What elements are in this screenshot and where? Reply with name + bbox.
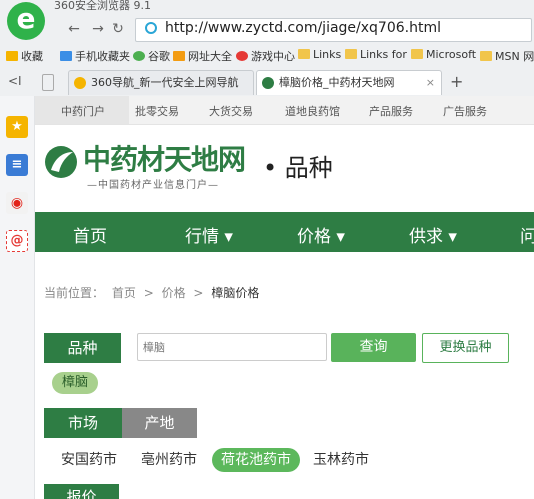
bookmark-item[interactable]: Links for <box>345 48 407 61</box>
tab-camphor-price[interactable]: 樟脑价格_中药材天地网 × <box>256 70 442 95</box>
web-page: 中药门户 批零交易 大货交易 道地良药馆 产品服务 广告服务 中药材天地网 —中… <box>35 96 534 499</box>
mail-icon[interactable]: @ <box>6 230 28 252</box>
tab-favicon-icon <box>74 77 86 89</box>
site-security-icon <box>145 22 157 34</box>
top-nav-item[interactable]: 大货交易 <box>209 103 253 119</box>
breadcrumb-sep: > <box>193 286 204 300</box>
variety-search-input[interactable] <box>137 333 327 361</box>
breadcrumb: 当前位置： 首页 > 价格 > 樟脑价格 <box>44 284 263 301</box>
tab-favicon-icon <box>262 77 274 89</box>
page-title: • 品种 <box>263 154 333 182</box>
main-nav-more[interactable]: 问 <box>520 222 534 247</box>
tab-market[interactable]: 市场 <box>44 408 122 438</box>
change-variety-button[interactable]: 更换品种 <box>422 333 509 363</box>
reader-icon[interactable]: ≡ <box>6 154 28 176</box>
main-nav-market[interactable]: 行情 ▾ <box>185 222 233 247</box>
bookmark-item[interactable]: 网址大全 <box>173 48 232 64</box>
market-item-active[interactable]: 荷花池药市 <box>212 448 300 472</box>
bookmarks-bar: 收藏 手机收藏夹 谷歌 网址大全 游戏中心 Links Links for Mi… <box>0 45 534 67</box>
breadcrumb-price[interactable]: 价格 <box>162 286 186 300</box>
price-label: 报价 <box>44 484 119 499</box>
breadcrumb-home[interactable]: 首页 <box>112 286 136 300</box>
bookmark-item[interactable]: 游戏中心 <box>236 48 295 64</box>
main-nav-price[interactable]: 价格 ▾ <box>297 222 345 247</box>
sidebar-toggle-icon[interactable]: <I <box>8 74 22 88</box>
browser-sidebar: ★ ≡ ◉ @ <box>0 96 35 499</box>
refresh-icon[interactable]: ↻ <box>108 19 128 39</box>
market-item[interactable]: 亳州药市 <box>141 448 197 472</box>
browser-title: 360安全浏览器 9.1 <box>54 0 151 12</box>
bookmark-item[interactable]: 谷歌 <box>133 48 170 64</box>
top-nav-item[interactable]: 中药门户 <box>61 103 105 119</box>
top-nav-item[interactable]: 批零交易 <box>135 103 179 119</box>
main-nav: 首页 行情 ▾ 价格 ▾ 供求 ▾ 问 <box>35 212 534 252</box>
top-nav-item[interactable]: 产品服务 <box>369 103 413 119</box>
close-tab-icon[interactable]: × <box>426 71 435 95</box>
browser-logo-icon <box>7 2 45 40</box>
site-logo-icon <box>45 146 77 178</box>
breadcrumb-label: 当前位置： <box>44 286 105 300</box>
new-tab-button[interactable]: + <box>450 72 463 91</box>
selected-variety-tag[interactable]: 樟脑 <box>52 372 99 394</box>
market-item[interactable]: 安国药市 <box>61 448 117 472</box>
site-top-nav: 中药门户 批零交易 大货交易 道地良药馆 产品服务 广告服务 <box>35 96 534 125</box>
tab-bar: <I 360导航_新一代安全上网导航 樟脑价格_中药材天地网 × + <box>0 70 534 96</box>
site-logo-text[interactable]: 中药材天地网 <box>83 138 246 178</box>
favorites-star-icon[interactable]: ★ <box>6 116 28 138</box>
bookmark-item[interactable]: 收藏 <box>6 48 43 64</box>
tab-360-nav[interactable]: 360导航_新一代安全上网导航 <box>68 70 254 95</box>
bookmark-item[interactable]: MSN 网 <box>480 48 534 64</box>
forward-icon[interactable]: → <box>88 19 108 39</box>
weibo-icon[interactable]: ◉ <box>6 192 28 214</box>
device-icon[interactable] <box>42 74 54 91</box>
bookmark-item[interactable]: Microsoft <box>411 48 476 61</box>
back-icon[interactable]: ← <box>64 19 84 39</box>
query-button[interactable]: 查询 <box>331 333 416 362</box>
tab-origin[interactable]: 产地 <box>122 408 197 438</box>
breadcrumb-sep: > <box>143 286 154 300</box>
market-item[interactable]: 玉林药市 <box>313 448 369 472</box>
variety-label: 品种 <box>44 333 121 363</box>
bookmark-item[interactable]: Links <box>298 48 341 61</box>
address-text[interactable]: http://www.zyctd.com/jiage/xq706.html <box>165 20 441 36</box>
top-nav-item[interactable]: 广告服务 <box>443 103 487 119</box>
top-nav-item[interactable]: 道地良药馆 <box>285 103 340 119</box>
main-nav-supply[interactable]: 供求 ▾ <box>409 222 457 247</box>
bookmark-item[interactable]: 手机收藏夹 <box>60 48 130 64</box>
main-nav-home[interactable]: 首页 <box>73 222 107 247</box>
site-logo-subtitle: —中国药材产业信息门户— <box>87 180 219 191</box>
breadcrumb-current: 樟脑价格 <box>211 286 260 300</box>
